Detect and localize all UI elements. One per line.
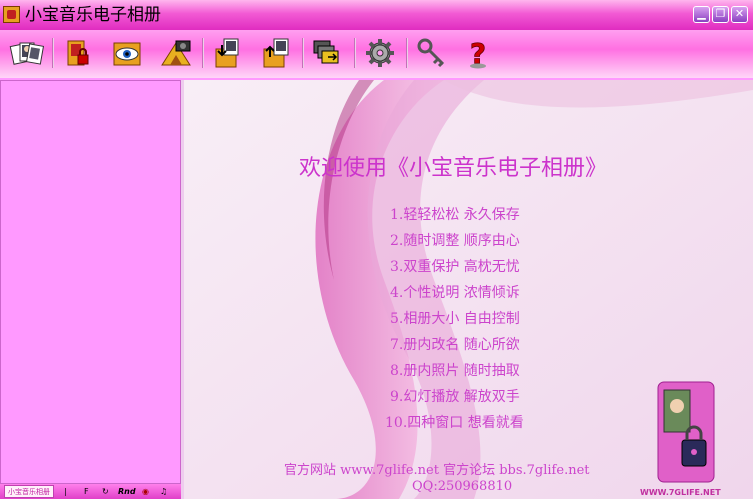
export-photos-icon (263, 38, 289, 68)
toolbar-separator (406, 38, 408, 68)
site-watermark: WWW.7GLIFE.NET (640, 488, 721, 497)
minimize-icon: ▁ (697, 7, 706, 20)
feature-item: 7.册内改名 随心所欲 (390, 337, 520, 353)
maximize-button[interactable]: ❐ (712, 6, 729, 23)
view-button[interactable] (110, 35, 146, 71)
open-album-button[interactable] (60, 35, 96, 71)
status-bar: 小宝音乐相册 | F ↻ Rnd ◉ ♫ (0, 484, 181, 499)
toolbar-separator (354, 38, 356, 68)
status-logo: 小宝音乐相册 (4, 485, 54, 498)
settings-button[interactable] (362, 35, 398, 71)
feature-item: 5.相册大小 自由控制 (390, 311, 520, 327)
title-bar[interactable]: 小宝音乐电子相册 ▁ ❐ ✕ (0, 0, 753, 30)
album-tree-panel[interactable] (0, 80, 181, 484)
status-extra-icon[interactable]: ♫ (160, 485, 167, 498)
window-title: 小宝音乐电子相册 (25, 5, 161, 25)
app-icon[interactable] (3, 6, 20, 23)
help-button[interactable]: ? (460, 35, 496, 71)
camera-button[interactable] (158, 35, 194, 71)
status-icon[interactable]: ◉ (142, 485, 149, 498)
feature-item: 1.轻轻松松 永久保存 (390, 207, 520, 223)
maximize-icon: ❐ (715, 7, 726, 20)
album-button[interactable] (8, 35, 44, 71)
website-links[interactable]: 官方网站 www.7glife.net 官方论坛 bbs.7glife.net (284, 459, 590, 478)
feature-item: 10.四种窗口 想看就看 (385, 415, 524, 431)
feature-item: 8.册内照片 随时抽取 (390, 363, 520, 379)
help-question-icon: ? (469, 37, 486, 71)
toolbar-separator (202, 38, 204, 68)
welcome-area: 欢迎使用《小宝音乐电子相册》 1.轻轻松松 永久保存 2.随时调整 顺序由心 3… (184, 80, 753, 499)
register-button[interactable] (414, 35, 450, 71)
status-f-button[interactable]: F (84, 485, 89, 498)
settings-gear-icon (366, 39, 394, 67)
toolbar-separator (52, 38, 54, 68)
minimize-button[interactable]: ▁ (693, 6, 710, 23)
open-album-lock-icon (67, 40, 89, 66)
toolbar: ? (0, 30, 753, 78)
import-button[interactable] (210, 35, 246, 71)
toolbar-separator (302, 38, 304, 68)
feature-item: 9.幻灯播放 解放双手 (390, 389, 520, 405)
qq-contact: QQ:250968810 (412, 479, 513, 494)
random-button[interactable]: Rnd (118, 485, 136, 498)
export-button[interactable] (258, 35, 294, 71)
close-button[interactable]: ✕ (731, 6, 748, 23)
refresh-icon[interactable]: ↻ (102, 485, 109, 498)
view-eye-icon (113, 42, 141, 66)
camera-triangle-icon (161, 40, 191, 66)
window-layers-icon (313, 40, 339, 64)
feature-item: 2.随时调整 顺序由心 (390, 233, 520, 249)
status-separator: | (64, 487, 67, 496)
feature-item: 3.双重保护 高枕无忧 (390, 259, 520, 275)
import-photos-icon (215, 38, 239, 68)
key-icon (417, 38, 445, 68)
close-icon: ✕ (734, 7, 745, 20)
window-mode-button[interactable] (310, 35, 346, 71)
welcome-title: 欢迎使用《小宝音乐电子相册》 (299, 156, 608, 181)
feature-item: 4.个性说明 浓情倾诉 (390, 285, 520, 301)
album-photos-icon (9, 42, 44, 65)
